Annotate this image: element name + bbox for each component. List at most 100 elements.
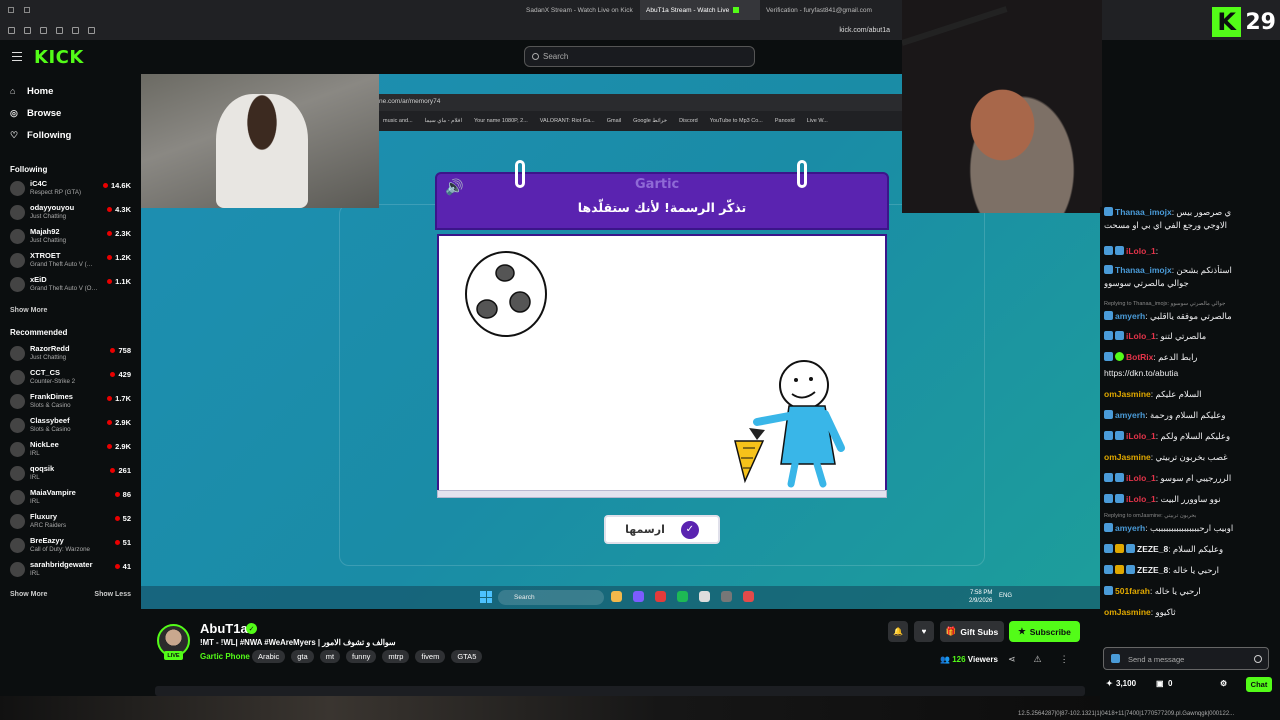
show-less-recommended[interactable]: Show Less — [94, 591, 131, 598]
copy-icon[interactable] — [24, 7, 30, 13]
channel-name: XTROET — [30, 251, 61, 260]
show-more-following[interactable]: Show More — [10, 307, 47, 314]
tag[interactable]: funny — [346, 650, 377, 663]
sidebar-channel-xeid[interactable]: xEiD Grand Theft Auto V (O… 1.1K — [10, 274, 134, 296]
address-bar[interactable]: kick.com/abut1a — [839, 27, 890, 34]
sidebar-channel-fluxury[interactable]: Fluxury ARC Raiders 52 — [10, 511, 134, 533]
chat-message[interactable]: Thanaa_imojx: ي صرصور بيس — [1104, 207, 1276, 218]
share-icon[interactable]: ⋖ — [1008, 654, 1016, 665]
chat-send-button[interactable]: Chat — [1246, 677, 1272, 692]
nav-home[interactable]: ⌂ Home — [10, 83, 53, 99]
sidebar-channel-xtroet[interactable]: XTROET Grand Theft Auto V (… 1.2K — [10, 250, 134, 272]
chat-message[interactable]: iLolo_1: الرررجيبي ام سوسو — [1104, 473, 1276, 484]
chat-message[interactable]: iLolo_1: مالصرتي لتنو — [1104, 331, 1276, 342]
tag[interactable]: fivem — [415, 650, 446, 663]
chat-message[interactable]: iLolo_1: نوو ساوورر البيت — [1104, 494, 1276, 505]
chat-username[interactable]: ZEZE_8 — [1137, 565, 1168, 575]
sidebar-channel-maiavampire[interactable]: MaiaVampire IRL 86 — [10, 487, 134, 509]
sidebar-channel-nicklee[interactable]: NickLee IRL 2.9K — [10, 439, 134, 461]
gift-subs-button[interactable]: 🎁 Gift Subs — [940, 621, 1004, 642]
report-icon[interactable]: ⚠ — [1034, 654, 1042, 665]
chat-username[interactable]: Thanaa_imojx — [1115, 265, 1172, 275]
chat-message[interactable]: amyerh: اوبيب ارحببببببببببببببببب — [1104, 523, 1276, 534]
stream-tags: Arabic gta mt funny mtrp fivem GTA5 — [252, 650, 483, 663]
extension-icon[interactable] — [24, 26, 31, 34]
sidebar-channel-qoqsik[interactable]: qoqsik IRL 261 — [10, 463, 134, 485]
chat-username[interactable]: amyerh — [1115, 410, 1145, 420]
emoji-icon[interactable] — [1254, 655, 1262, 663]
chat-username[interactable]: amyerh — [1115, 523, 1145, 533]
tabs-icon[interactable] — [56, 26, 63, 34]
subscribe-button[interactable]: ★ Subscribe — [1009, 621, 1080, 642]
sidebar-channel-sarahbridgewater[interactable]: sarahbridgewater IRL 41 — [10, 559, 134, 581]
chat-text: جوالي مالصرتي سوسوو — [1104, 278, 1189, 288]
sidebar-channel-majah92[interactable]: Majah92 Just Chatting 2.3K — [10, 226, 134, 248]
chat-message[interactable]: 501farah: ارحبي يا خاله — [1104, 586, 1276, 597]
chat-message[interactable]: ZEZE_8: وعليكم السلام — [1104, 544, 1276, 555]
chat-input[interactable]: Send a message — [1103, 647, 1269, 670]
tag[interactable]: GTA5 — [451, 650, 483, 663]
chat-username[interactable]: amyerh — [1115, 311, 1145, 321]
chat-username[interactable]: iLolo_1 — [1126, 246, 1156, 256]
chat-username[interactable]: omJasmine — [1104, 607, 1151, 617]
sidebar-channel-cct-cs[interactable]: CCT_CS Counter-Strike 2 429 — [10, 367, 134, 389]
settings-gear-icon[interactable]: ⚙ — [1220, 679, 1227, 688]
chat-message[interactable]: ZEZE_8: ارحبي يا خاله — [1104, 565, 1276, 576]
chat-username[interactable]: omJasmine — [1104, 452, 1151, 462]
draw-it-button[interactable]: ارسمها ✓ — [604, 515, 720, 544]
chat-message[interactable]: الاوجي ورجع الفي اي بي او مسحت — [1104, 220, 1276, 231]
chat-username[interactable]: iLolo_1 — [1126, 431, 1156, 441]
stream-category[interactable]: Gartic Phone — [200, 652, 250, 661]
music-icon[interactable] — [72, 26, 79, 34]
chat-message[interactable]: amyerh: وعليكم السلام ورحمة — [1104, 410, 1276, 421]
shield-icon[interactable] — [40, 26, 47, 34]
kick-logo[interactable]: KICK — [34, 47, 84, 68]
show-more-recommended[interactable]: Show More — [10, 591, 47, 598]
sidebar-channel-breeazyy[interactable]: BreEazyy Call of Duty: Warzone 51 — [10, 535, 134, 557]
chat-username[interactable]: 501farah — [1115, 586, 1150, 596]
tag[interactable]: mtrp — [382, 650, 410, 663]
sidebar-channel-odayyouyou[interactable]: odayyouyou Just Chatting 4.3K — [10, 202, 134, 224]
chat-message[interactable]: Thanaa_imojx: استأذنكم بشحن — [1104, 265, 1276, 276]
chat-username[interactable]: ZEZE_8 — [1137, 544, 1168, 554]
chat-message[interactable]: iLolo_1: وعليكم السلام ولكم — [1104, 431, 1276, 442]
chat-message[interactable]: BotRix: رابط الدعم — [1104, 352, 1276, 363]
tag[interactable]: gta — [291, 650, 314, 663]
live-badge: LIVE — [164, 651, 183, 660]
browser-tab-1[interactable]: SadanX Stream - Watch Live on Kick — [520, 0, 640, 20]
chat-message[interactable]: amyerh: مالصرتي موفقه يااقلبي — [1104, 311, 1276, 322]
sidebar-channel-ic4c[interactable]: iC4C Respect RP (GTA) 14.6K — [10, 178, 134, 200]
chat-message[interactable]: https://dkn.to/abutia — [1104, 368, 1276, 379]
search-input[interactable]: Search — [524, 46, 755, 67]
chat-message[interactable]: omJasmine: السلام عليكم — [1104, 389, 1276, 400]
nav-browse[interactable]: ◎ Browse — [10, 105, 61, 121]
menu-icon[interactable] — [8, 26, 15, 34]
nav-following[interactable]: ♡ Following — [10, 127, 71, 143]
sub-badge-icon — [1115, 431, 1124, 440]
more-icon[interactable]: ⋮ — [1060, 654, 1069, 665]
window-icon[interactable] — [8, 7, 14, 13]
chat-message[interactable]: جوالي مالصرتي سوسوو — [1104, 278, 1276, 289]
hamburger-menu-icon[interactable] — [12, 52, 22, 61]
tag[interactable]: mt — [319, 650, 341, 663]
chat-message[interactable]: iLolo_1: — [1104, 246, 1276, 257]
streamer-name[interactable]: AbuT1a — [200, 621, 248, 636]
browser-tab-3[interactable]: Verification - furyfast841@gmail.com — [760, 0, 880, 20]
notification-bell-icon[interactable]: 🔔 — [888, 621, 908, 642]
chat-message[interactable]: omJasmine: غصب بخربون تربيتي — [1104, 452, 1276, 463]
chat-username[interactable]: iLolo_1 — [1126, 473, 1156, 483]
chat-username[interactable]: omJasmine — [1104, 389, 1151, 399]
follow-heart-icon[interactable]: ♥ — [914, 621, 934, 642]
chat-username[interactable]: iLolo_1 — [1126, 331, 1156, 341]
chat-username[interactable]: BotRix — [1126, 352, 1153, 362]
browser-nav: kick.com/abut1a — [0, 20, 900, 40]
tag[interactable]: Arabic — [252, 650, 286, 663]
chat-message[interactable]: omJasmine: ثاكيوو — [1104, 607, 1276, 618]
sidebar-channel-razorredd[interactable]: RazorRedd Just Chatting 758 — [10, 343, 134, 365]
sidebar-channel-classybeef[interactable]: Classybeef Slots & Casino 2.9K — [10, 415, 134, 437]
chat-username[interactable]: iLolo_1 — [1126, 494, 1156, 504]
bookmark-icon[interactable] — [88, 26, 95, 34]
chat-username[interactable]: Thanaa_imojx — [1115, 207, 1172, 217]
browser-tab-2[interactable]: AbuT1a Stream - Watch Live — [640, 0, 760, 20]
sidebar-channel-frankdimes[interactable]: FrankDimes Slots & Casino 1.7K — [10, 391, 134, 413]
